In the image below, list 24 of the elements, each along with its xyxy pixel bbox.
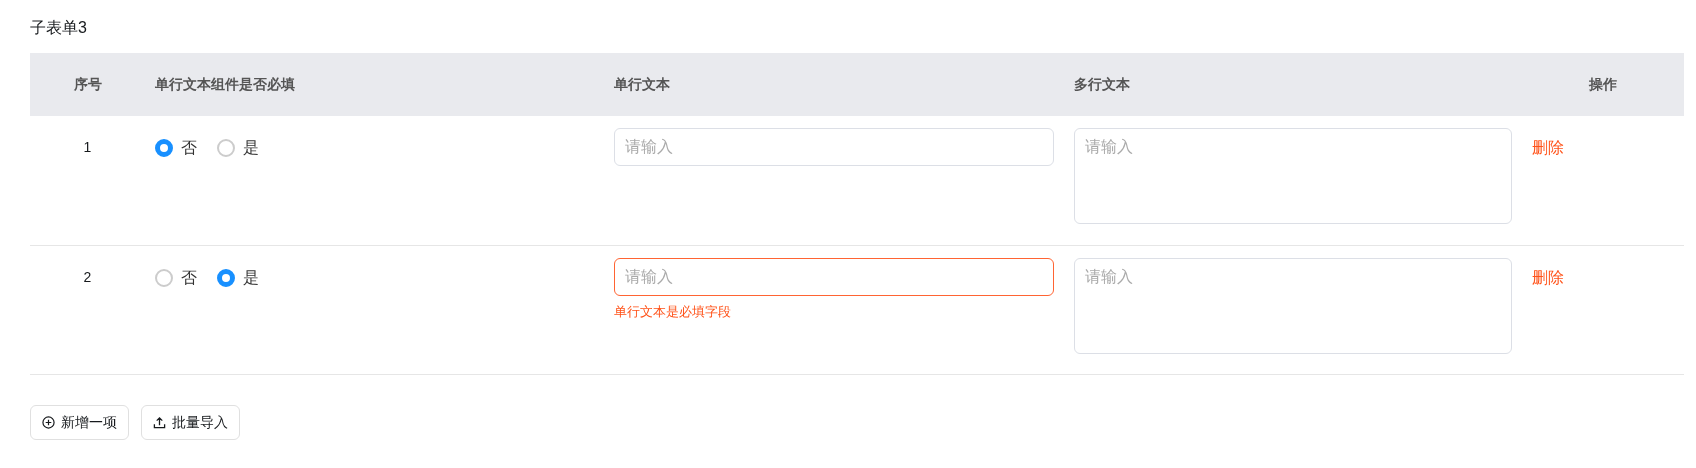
radio-option[interactable]: 是 bbox=[217, 265, 259, 290]
import-button[interactable]: 批量导入 bbox=[141, 404, 240, 440]
radio-button[interactable] bbox=[155, 139, 173, 157]
textarea-field[interactable]: 请输入 bbox=[1074, 257, 1512, 354]
column-header: 多行文本 bbox=[1074, 76, 1130, 92]
row-number: 2 bbox=[83, 268, 92, 285]
textarea-field[interactable]: 请输入 bbox=[1074, 128, 1512, 224]
radio-button[interactable] bbox=[217, 268, 235, 287]
form-title: 子表单3 bbox=[30, 18, 88, 38]
column-header: 单行文本 bbox=[614, 76, 670, 92]
radio-option[interactable]: 否 bbox=[155, 136, 197, 160]
column-header: 序号 bbox=[73, 76, 102, 92]
radio-option[interactable]: 否 bbox=[155, 265, 197, 290]
add-button[interactable]: 新增一项 bbox=[30, 404, 129, 440]
error-message: 单行文本是必填字段 bbox=[614, 302, 732, 321]
input-field[interactable]: 请输入 bbox=[614, 257, 1054, 296]
add-icon bbox=[42, 415, 55, 429]
radio-button[interactable] bbox=[217, 139, 235, 157]
upload-icon bbox=[153, 415, 166, 429]
radio-button[interactable] bbox=[155, 268, 173, 287]
radio-option[interactable]: 是 bbox=[217, 136, 259, 160]
column-header: 单行文本组件是否必填 bbox=[155, 76, 295, 92]
row-number: 1 bbox=[83, 139, 92, 155]
column-header: 操作 bbox=[1589, 76, 1617, 92]
